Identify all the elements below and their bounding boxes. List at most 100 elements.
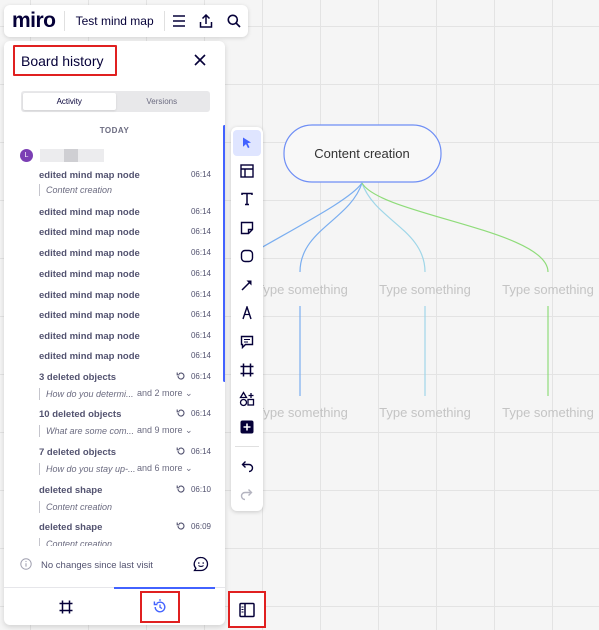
entry-time: 06:14 bbox=[190, 310, 211, 319]
connection-line-tool[interactable] bbox=[233, 272, 261, 298]
entry-time: 06:14 bbox=[190, 269, 211, 278]
entry-label: edited mind map node bbox=[39, 269, 140, 280]
entry-time: 06:14 bbox=[190, 248, 211, 257]
top-bar: miro Test mind map bbox=[4, 5, 248, 37]
entry-detail: Content creation bbox=[39, 501, 112, 513]
tab-activity[interactable]: Activity bbox=[23, 93, 116, 110]
undo-icon bbox=[241, 461, 254, 473]
miro-logo[interactable]: miro bbox=[4, 9, 64, 33]
grandchild-node[interactable]: Type something bbox=[256, 405, 348, 420]
blurred-username bbox=[78, 149, 104, 162]
creation-toolbar bbox=[231, 127, 263, 511]
info-icon bbox=[20, 558, 32, 570]
show-more[interactable]: and 6 more ⌄ bbox=[137, 463, 193, 474]
grandchild-node[interactable]: Type something bbox=[502, 405, 594, 420]
entry-time: 06:10 bbox=[190, 485, 211, 494]
frames-icon[interactable] bbox=[59, 600, 73, 614]
show-more[interactable]: and 2 more ⌄ bbox=[137, 388, 193, 399]
chevron-down-icon: ⌄ bbox=[185, 425, 193, 435]
history-icon bbox=[153, 599, 166, 613]
text-tool[interactable] bbox=[233, 186, 261, 212]
templates-icon bbox=[240, 164, 254, 178]
add-icon bbox=[240, 420, 254, 434]
export-button[interactable] bbox=[192, 7, 220, 35]
chevron-down-icon: ⌄ bbox=[185, 388, 193, 398]
panel-footer bbox=[4, 587, 225, 625]
blurred-username bbox=[64, 149, 78, 162]
shape-tool[interactable] bbox=[233, 243, 261, 269]
entry-label: edited mind map node bbox=[39, 248, 140, 259]
root-node-text: Content creation bbox=[314, 146, 409, 161]
menu-button[interactable] bbox=[165, 7, 193, 35]
entry-label: edited mind map node bbox=[39, 170, 140, 181]
frame-tool[interactable] bbox=[233, 357, 261, 383]
close-button[interactable] bbox=[192, 52, 208, 68]
restore-icon[interactable] bbox=[176, 446, 186, 456]
search-icon bbox=[227, 14, 241, 28]
show-more-label: and 9 more bbox=[137, 425, 183, 435]
entry-label: deleted shape bbox=[39, 522, 103, 533]
templates-tool[interactable] bbox=[233, 158, 261, 184]
search-button[interactable] bbox=[220, 7, 248, 35]
show-more[interactable]: and 9 more ⌄ bbox=[137, 425, 193, 436]
history-tabs: Activity Versions bbox=[21, 91, 210, 112]
arrow-icon bbox=[241, 280, 252, 291]
blurred-username bbox=[40, 149, 64, 162]
restore-icon[interactable] bbox=[176, 371, 186, 381]
entry-label: edited mind map node bbox=[39, 351, 140, 362]
redo-button[interactable] bbox=[233, 481, 261, 507]
entry-label: 10 deleted objects bbox=[39, 409, 122, 420]
add-tool[interactable] bbox=[233, 414, 261, 440]
upload-icon bbox=[200, 14, 213, 28]
more-apps-tool[interactable] bbox=[233, 386, 261, 412]
child-node[interactable]: Type something bbox=[256, 282, 348, 297]
undo-button[interactable] bbox=[233, 453, 261, 479]
tab-versions[interactable]: Versions bbox=[116, 93, 209, 110]
no-changes-row: No changes since last visit bbox=[4, 555, 225, 575]
frame-icon bbox=[240, 363, 254, 377]
activity-feed[interactable]: TODAY L edited mind map node 06:14 Conte… bbox=[4, 41, 225, 546]
day-label: TODAY bbox=[99, 126, 130, 135]
entry-detail: How do you stay up-... bbox=[39, 463, 136, 475]
hamburger-icon bbox=[172, 15, 185, 27]
entry-label: edited mind map node bbox=[39, 290, 140, 301]
sticky-note-tool[interactable] bbox=[233, 215, 261, 241]
feedback-icon[interactable] bbox=[193, 556, 209, 572]
redo-icon bbox=[240, 489, 253, 501]
child-node[interactable]: Type something bbox=[502, 282, 594, 297]
entry-time: 06:14 bbox=[190, 351, 211, 360]
entry-label: 3 deleted objects bbox=[39, 372, 117, 383]
entry-time: 06:14 bbox=[190, 372, 211, 381]
shape-icon bbox=[240, 249, 254, 263]
entry-label: 7 deleted objects bbox=[39, 447, 117, 458]
active-tab-indicator bbox=[114, 587, 215, 589]
scrollbar[interactable] bbox=[223, 125, 225, 382]
comment-tool[interactable] bbox=[233, 329, 261, 355]
cursor-icon bbox=[243, 137, 251, 149]
toggle-panel-button[interactable] bbox=[228, 591, 266, 628]
entry-time: 06:14 bbox=[190, 290, 211, 299]
entry-time: 06:14 bbox=[190, 227, 211, 236]
entry-label: edited mind map node bbox=[39, 207, 140, 218]
entry-time: 06:14 bbox=[190, 170, 211, 179]
grandchild-node[interactable]: Type something bbox=[379, 405, 471, 420]
select-tool[interactable] bbox=[233, 130, 261, 156]
entry-time: 06:14 bbox=[190, 409, 211, 418]
text-icon bbox=[241, 192, 253, 206]
child-node[interactable]: Type something bbox=[379, 282, 471, 297]
restore-icon[interactable] bbox=[176, 408, 186, 418]
entry-detail: Content creation bbox=[39, 538, 112, 546]
toolbar-divider bbox=[235, 446, 259, 447]
entry-detail: What are some com... bbox=[39, 425, 134, 437]
restore-icon[interactable] bbox=[176, 521, 186, 531]
restore-icon[interactable] bbox=[176, 484, 186, 494]
pen-tool[interactable] bbox=[233, 300, 261, 326]
history-button[interactable] bbox=[140, 591, 180, 623]
entry-detail: How do you determi... bbox=[39, 388, 134, 400]
more-apps-icon bbox=[239, 391, 255, 407]
pen-icon bbox=[242, 306, 252, 320]
entry-time: 06:14 bbox=[190, 331, 211, 340]
panel-title: Board history bbox=[13, 45, 117, 76]
entry-label: edited mind map node bbox=[39, 310, 140, 321]
board-title[interactable]: Test mind map bbox=[65, 14, 164, 28]
